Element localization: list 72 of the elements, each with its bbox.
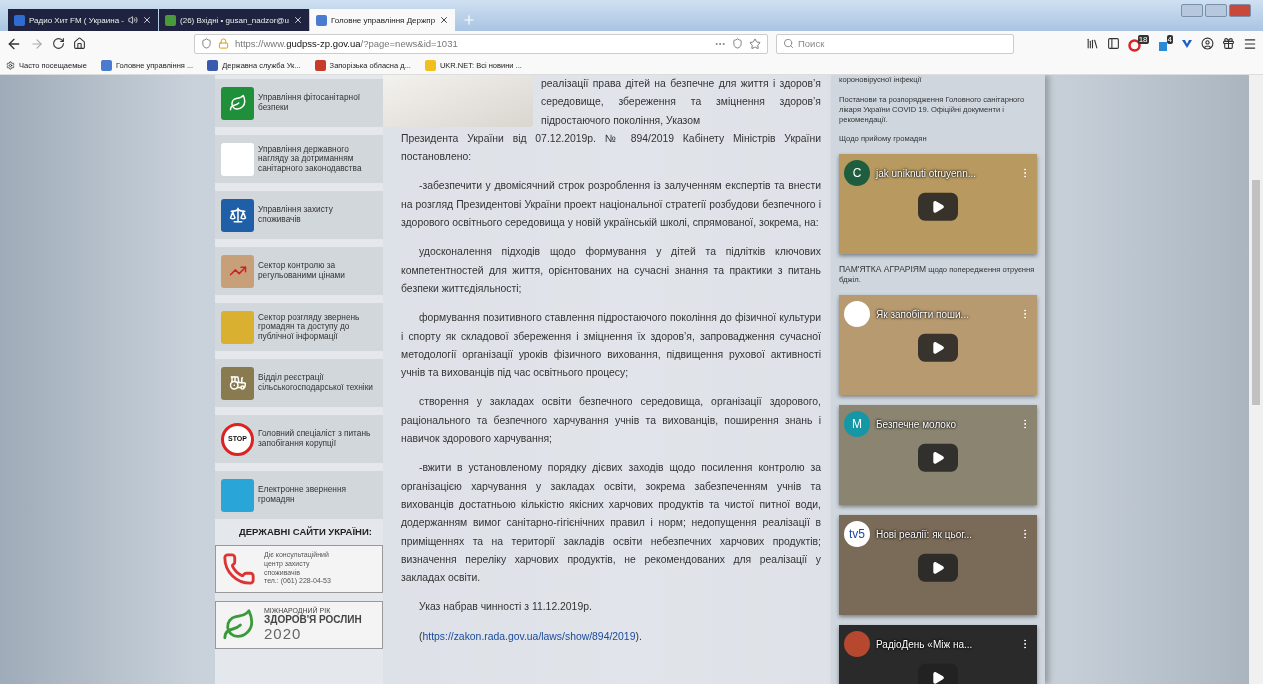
article-paragraph: -вжити в установленому порядку дієвих заходів щодо посилення контролю за організацією харчування у закладах освіти, зокрема забезпеченням учнів та вихованців достатньою кількістю якісних харчових продуктів та чистої питної води, додержанням вимог санітарно-гігієнічних правил і норм; недопущення реалізації в приміщеннях та на території закладів освіти небезпечних харчових продуктів; визначення переліку харчових продуктів, не рекомендованих для реалізації у закладах освіти. xyxy=(401,461,821,586)
search-icon xyxy=(783,38,794,49)
scrollbar[interactable] xyxy=(1249,75,1263,684)
channel-avatar: C xyxy=(844,160,870,187)
article-paragraph: створення у закладах освіти безпечного середовища, організації здорового, раціонального та безпечного харчування учнів та вихованців, поширення знань і навичок здорового харчування; xyxy=(401,395,821,447)
favicon-icon xyxy=(165,14,177,26)
video-thumbnail[interactable]: M Безпечне молоко xyxy=(839,405,1037,506)
article-paragraph: (https://zakon.rada.gov.ua/laws/show/894/2019). xyxy=(418,629,643,644)
leaf-icon xyxy=(222,607,256,642)
article-paragraph: Указ набрав чинності з 11.12.2019р. xyxy=(418,600,593,615)
library-icon[interactable] xyxy=(1085,37,1099,50)
channel-avatar: M xyxy=(844,411,870,438)
favicon-icon xyxy=(100,59,112,71)
play-icon xyxy=(931,451,945,465)
play-icon xyxy=(931,200,945,215)
department-link[interactable]: Сектор розгляду звернень громадян та доступу до публічної інформації xyxy=(215,303,383,351)
play-icon xyxy=(931,561,945,575)
department-link[interactable]: Електронне звернення громадян xyxy=(215,471,383,519)
account-icon[interactable] xyxy=(1201,37,1214,50)
video-title: Нові реалії: як цьог... xyxy=(876,528,973,540)
department-link[interactable]: Управління захисту споживачів xyxy=(215,191,383,239)
close-icon[interactable] xyxy=(292,15,303,25)
video-thumbnail[interactable]: tv5 Нові реалії: як цьог... xyxy=(839,515,1037,616)
favicon-icon xyxy=(207,59,219,71)
sidebar-icon[interactable] xyxy=(1106,37,1120,50)
video-title: jak uniknuti otruyenn... xyxy=(876,167,978,179)
video-thumbnail[interactable]: C jak uniknuti otruyenn... xyxy=(839,154,1037,255)
extension-icon[interactable] xyxy=(1181,37,1193,50)
gift-icon[interactable] xyxy=(1222,37,1235,50)
play-button[interactable] xyxy=(918,664,958,684)
video-title: Безпечне молоко xyxy=(876,418,957,430)
article-paragraph: Президента України від 07.12.2019р. № 894/2019 Кабінету Міністрів України постановлено: xyxy=(401,131,821,165)
close-icon[interactable] xyxy=(142,15,153,25)
favicon-icon xyxy=(14,14,25,26)
browser-tab[interactable]: (26) Вхідні • gusan_nadzor@u xyxy=(159,9,309,31)
article-paragraph: реалізації права дітей на безпечне для життя і здоров’я середовище, збереження та зміцнення здоров’я підростаючого покоління, Указом xyxy=(541,77,821,128)
channel-avatar: tv5 xyxy=(844,521,870,548)
close-icon[interactable] xyxy=(439,15,450,25)
department-link[interactable]: Сектор контролю за регульованими цінами xyxy=(215,247,383,295)
browser-tab[interactable]: Радио Хит FM ( Украина - xyxy=(8,9,159,31)
lock-icon xyxy=(218,38,229,49)
search-field[interactable]: Поиск xyxy=(776,33,1014,54)
play-button[interactable] xyxy=(918,193,958,222)
play-icon xyxy=(931,341,945,355)
play-button[interactable] xyxy=(918,444,958,472)
department-link[interactable]: Управління державного нагляду за дотриманням санітарного законодавства xyxy=(215,135,383,183)
video-title: Як запобігти поши... xyxy=(876,308,970,320)
favicon-icon xyxy=(424,59,436,71)
play-icon xyxy=(931,671,945,684)
menu-icon[interactable] xyxy=(1243,36,1257,51)
phone-icon xyxy=(222,551,256,586)
address-bar[interactable]: https://www.gudpss-zp.gov.ua/?page=news&id=1031 xyxy=(194,33,768,54)
article-paragraph: формування позитивного ставлення підростаючого покоління до фізичної культури і спорту як складової збереження і зміцнення їх здоров’я, запровадження сучасної методології організації уроків фізичного виховання, підвищення рухової активності учнів та вихованців під час освітнього процесу; xyxy=(401,311,821,381)
home-icon[interactable] xyxy=(73,37,86,50)
video-thumbnail[interactable]: РадіоДень «Між на... xyxy=(839,625,1037,684)
bookmark-star-icon[interactable] xyxy=(749,37,761,50)
reload-icon[interactable] xyxy=(52,37,65,50)
browser-tab[interactable]: Головне управління Держпр xyxy=(309,9,456,31)
article-paragraph: удосконалення підходів щодо формування у дітей та підлітків ключових компетентностей для життя, орієнтованих на сучасні знання та практики з питань безпеки життєдіяльності; xyxy=(401,245,821,296)
department-link[interactable]: Відділ реєстрації сільськогосподарської техніки xyxy=(215,359,383,407)
law-link[interactable]: https://zakon.rada.gov.ua/laws/show/894/2019 xyxy=(422,630,636,642)
article-paragraph: -забезпечити у двомісячний строк розроблення із залученням експертів та внести на розгляд Президентові України проект національної стратегії розбудови безпечного і здорового освітнього середовища у новій українській школі, спрямованої, зокрема, на: xyxy=(401,179,821,231)
section-title: ДЕРЖАВНІ САЙТИ УКРАЇНИ: xyxy=(238,527,373,537)
speaker-icon[interactable] xyxy=(128,15,139,25)
favicon-icon xyxy=(315,14,327,26)
video-title: РадіоДень «Між на... xyxy=(876,638,974,650)
favicon-icon xyxy=(314,59,326,71)
gear-icon xyxy=(6,60,15,70)
play-button[interactable] xyxy=(918,554,958,582)
shield-icon xyxy=(201,38,212,49)
play-button[interactable] xyxy=(918,334,958,362)
department-link[interactable]: Управління фітосанітарної безпеки xyxy=(215,79,383,127)
